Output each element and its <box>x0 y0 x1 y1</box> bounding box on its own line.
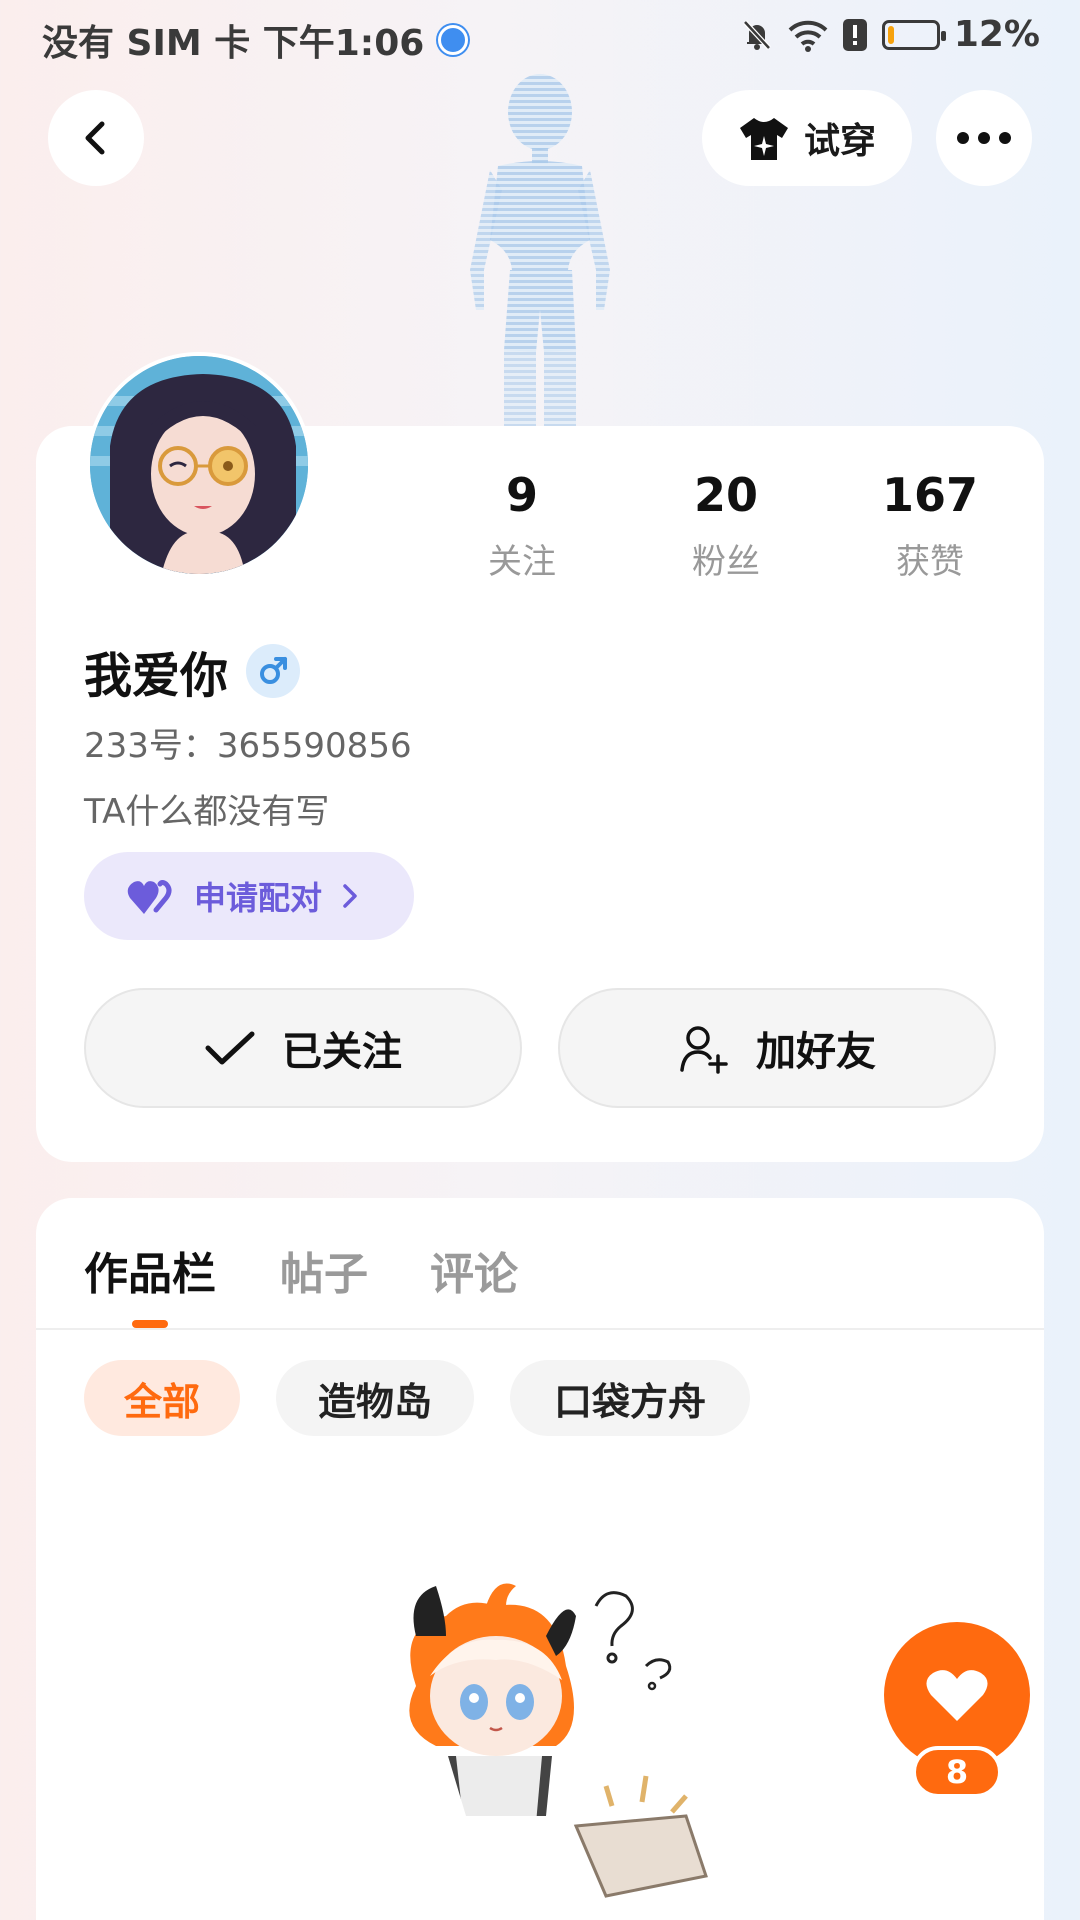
tab-bar: 作品栏 帖子 评论 <box>36 1198 1044 1330</box>
battery-fill <box>887 25 894 44</box>
back-arrow-icon <box>85 121 105 155</box>
back-button[interactable] <box>48 90 144 186</box>
stat-followers[interactable]: 20 粉丝 <box>626 468 826 583</box>
battery-icon <box>881 19 946 50</box>
stat-value: 20 <box>693 468 758 522</box>
tab-posts[interactable]: 帖子 <box>280 1238 368 1302</box>
filter-chip-pocket-ark[interactable]: 口袋方舟 <box>510 1360 750 1436</box>
pair-request-button[interactable]: 申请配对 <box>84 852 414 940</box>
avatar[interactable] <box>86 352 312 578</box>
gender-badge <box>246 644 301 698</box>
username: 我爱你 <box>84 648 229 704</box>
empty-state-illustration <box>409 1583 708 1920</box>
alert-icon <box>842 18 867 51</box>
try-on-label: 试穿 <box>803 121 876 162</box>
try-on-button[interactable]: 试穿 <box>702 90 912 186</box>
more-dots-icon <box>957 132 1011 144</box>
double-heart-icon <box>127 880 172 914</box>
add-friend-label: 加好友 <box>756 1029 876 1075</box>
add-friend-button[interactable]: 加好友 <box>558 988 996 1108</box>
wifi-icon <box>788 20 828 52</box>
male-icon <box>260 657 288 684</box>
filter-chip-all[interactable]: 全部 <box>84 1360 240 1436</box>
user-id: 233号：365590856 <box>84 726 412 766</box>
tab-works[interactable]: 作品栏 <box>84 1238 216 1302</box>
stat-following[interactable]: 9 关注 <box>422 468 622 583</box>
checkmark-icon <box>205 1031 255 1065</box>
avatar-hologram-figure <box>470 74 610 430</box>
status-right: 12% <box>740 14 1040 55</box>
status-carrier-time: 没有 SIM 卡 下午1:06 <box>42 23 425 64</box>
followed-button[interactable]: 已关注 <box>84 988 522 1108</box>
battery-percent: 12% <box>953 14 1040 55</box>
bell-muted-icon <box>742 19 771 50</box>
stat-value: 167 <box>881 468 979 522</box>
stat-label: 获赞 <box>896 542 964 582</box>
pair-request-label: 申请配对 <box>194 879 323 917</box>
tshirt-sparkle-icon <box>739 118 788 160</box>
chevron-right-icon <box>343 884 357 908</box>
status-bar: 没有 SIM 卡 下午1:06 12% <box>0 0 1080 78</box>
tab-comments[interactable]: 评论 <box>430 1238 518 1302</box>
stat-label: 关注 <box>488 542 556 582</box>
more-button[interactable] <box>936 90 1032 186</box>
bio: TA什么都没有写 <box>84 792 330 832</box>
like-count: 8 <box>912 1746 1002 1798</box>
followed-label: 已关注 <box>282 1029 402 1075</box>
avatar-image <box>90 356 308 574</box>
status-left: 没有 SIM 卡 下午1:06 <box>42 14 469 66</box>
globe-icon <box>438 25 469 55</box>
tab-active-indicator <box>132 1320 168 1328</box>
works-card: 作品栏 帖子 评论 全部 造物岛 口袋方舟 <box>36 1198 1044 1920</box>
username-row: 我爱你 <box>84 636 301 706</box>
stat-label: 粉丝 <box>692 542 760 582</box>
add-user-icon <box>680 1026 728 1074</box>
stat-likes[interactable]: 167 获赞 <box>830 468 1030 583</box>
filter-chip-creation-island[interactable]: 造物岛 <box>276 1360 474 1436</box>
stat-value: 9 <box>505 468 538 522</box>
heart-icon <box>926 1670 988 1721</box>
